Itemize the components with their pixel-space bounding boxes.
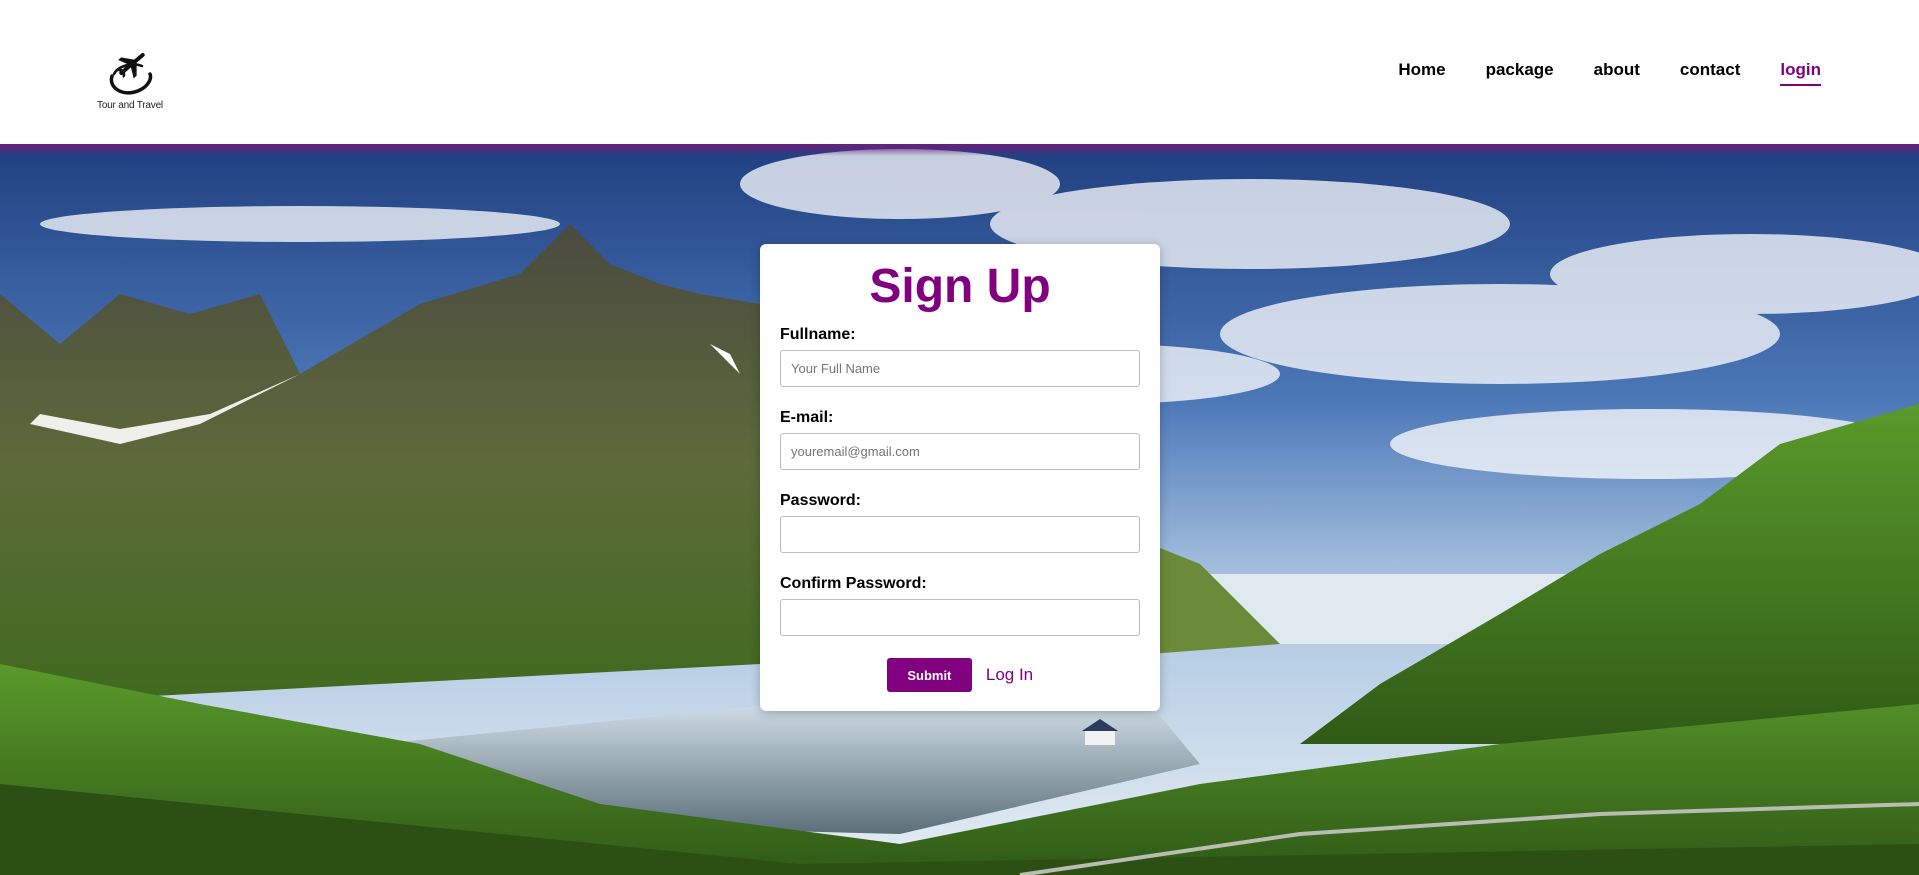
logo-text: Tour and Travel (97, 100, 163, 111)
nav-login[interactable]: login (1780, 60, 1821, 86)
nav-contact[interactable]: contact (1680, 60, 1740, 84)
login-link[interactable]: Log In (986, 665, 1033, 685)
email-input[interactable] (780, 433, 1140, 470)
fullname-input[interactable] (780, 350, 1140, 387)
email-label: E-mail: (780, 409, 834, 426)
signup-card: Sign Up Fullname: E-mail: Password: Conf… (760, 244, 1160, 711)
password-label: Password: (780, 492, 861, 509)
fullname-label: Fullname: (780, 326, 856, 343)
site-header: Tour and Travel Home package about conta… (0, 0, 1919, 144)
password-input[interactable] (780, 516, 1140, 553)
form-actions: Submit Log In (780, 658, 1140, 692)
logo[interactable]: Tour and Travel (94, 46, 166, 116)
main-nav: Home package about contact login (1358, 60, 1821, 86)
nav-home[interactable]: Home (1398, 60, 1445, 84)
airplane-logo-icon (109, 53, 153, 95)
hero-top-shadow (0, 144, 1919, 156)
signup-title: Sign Up (869, 260, 1051, 313)
submit-button[interactable]: Submit (886, 658, 972, 692)
confirm-password-input[interactable] (780, 599, 1140, 636)
confirm-password-label: Confirm Password: (780, 575, 927, 592)
nav-package[interactable]: package (1486, 60, 1554, 84)
nav-about[interactable]: about (1594, 60, 1640, 84)
